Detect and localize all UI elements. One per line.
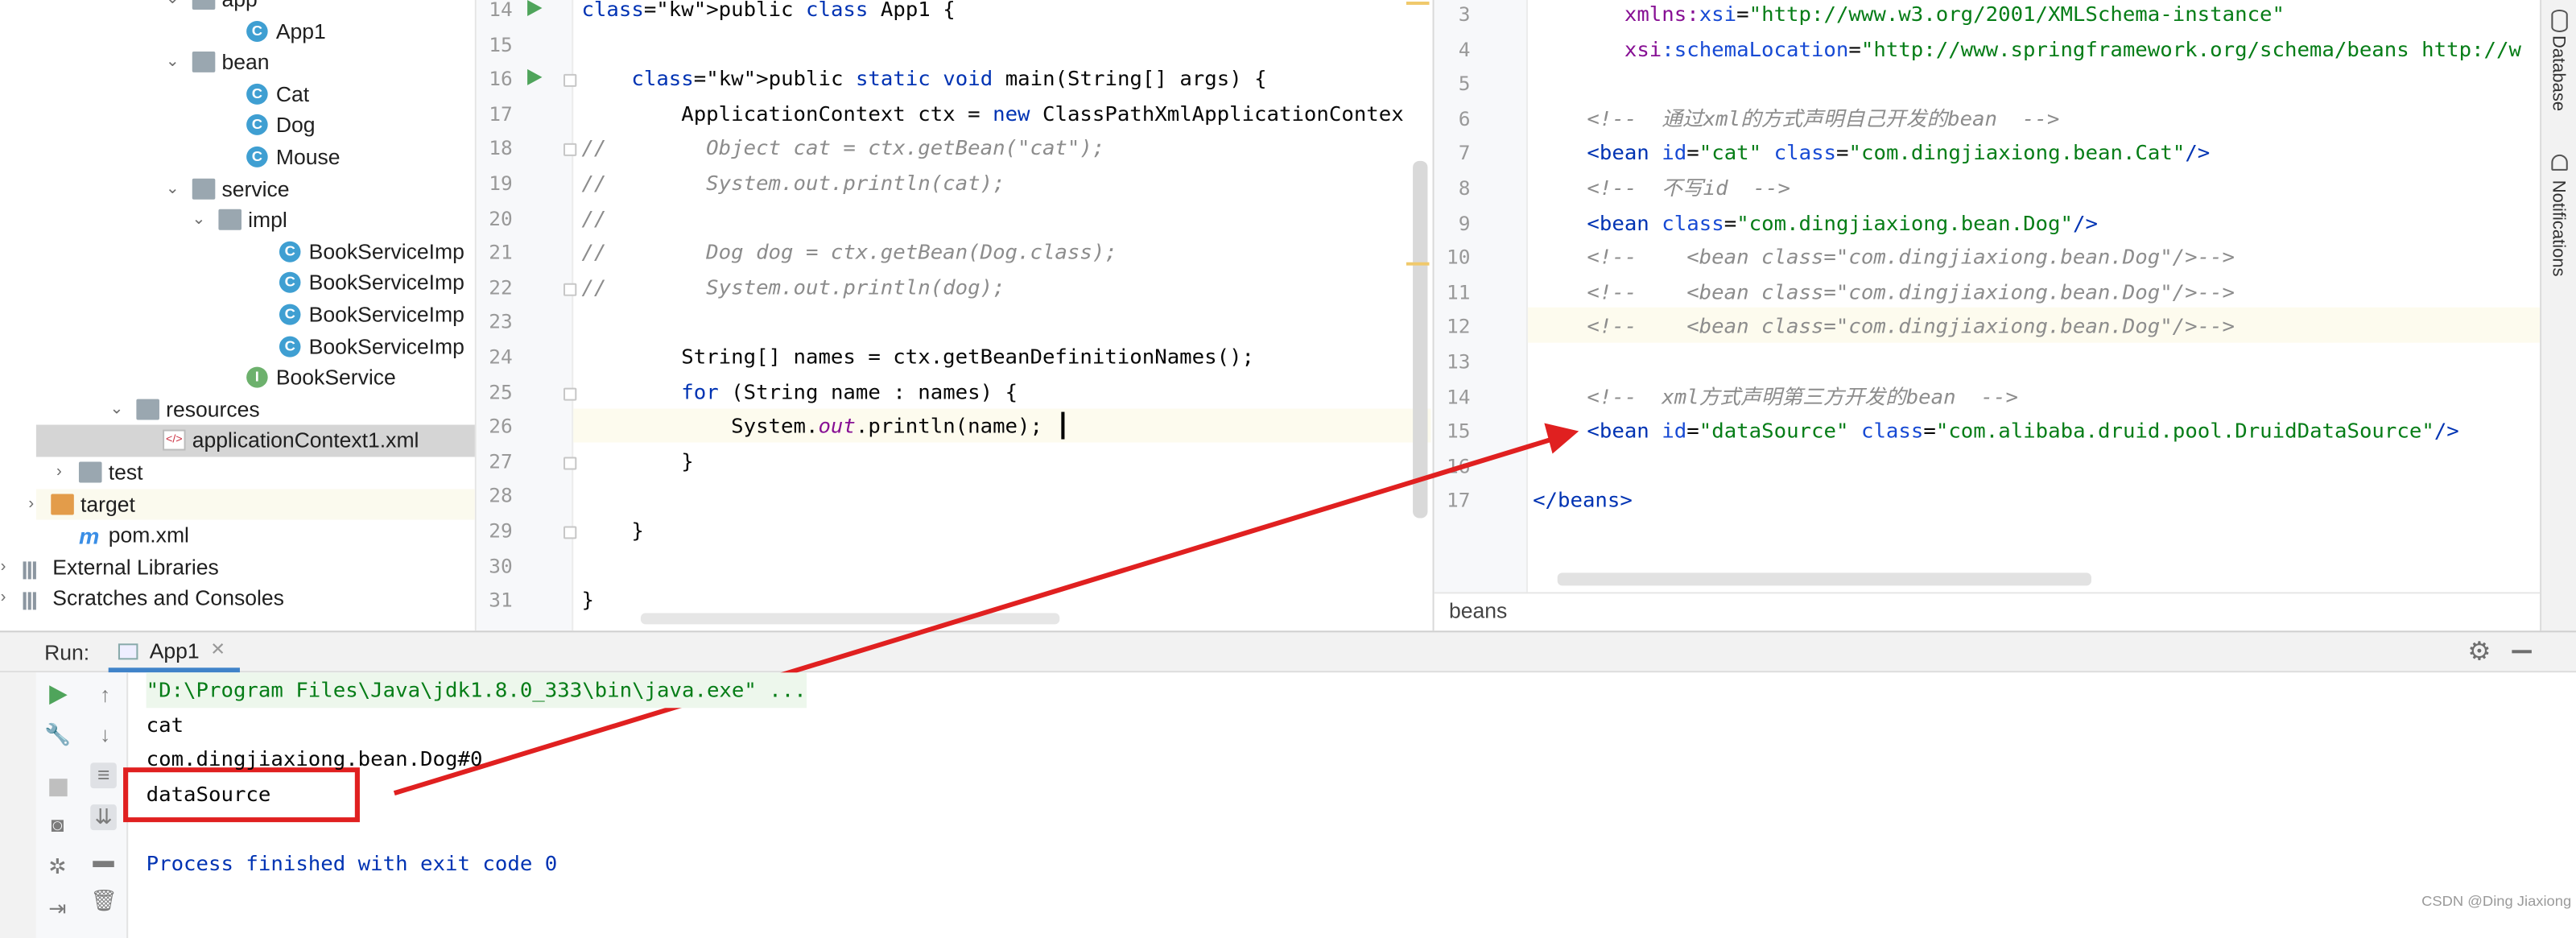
console-exit-line: Process finished with exit code 0 — [146, 851, 558, 876]
console-command-line: "D:\Program Files\Java\jdk1.8.0_333\bin\… — [146, 672, 807, 708]
console-line: cat — [146, 712, 184, 737]
watermark: CSDN @Ding Jiaxiong — [2421, 893, 2572, 910]
console-line: com.dingjiaxiong.bean.Dog#0 — [146, 746, 483, 771]
console-line: dataSource — [146, 781, 271, 806]
annotation-arrow — [393, 423, 1579, 796]
